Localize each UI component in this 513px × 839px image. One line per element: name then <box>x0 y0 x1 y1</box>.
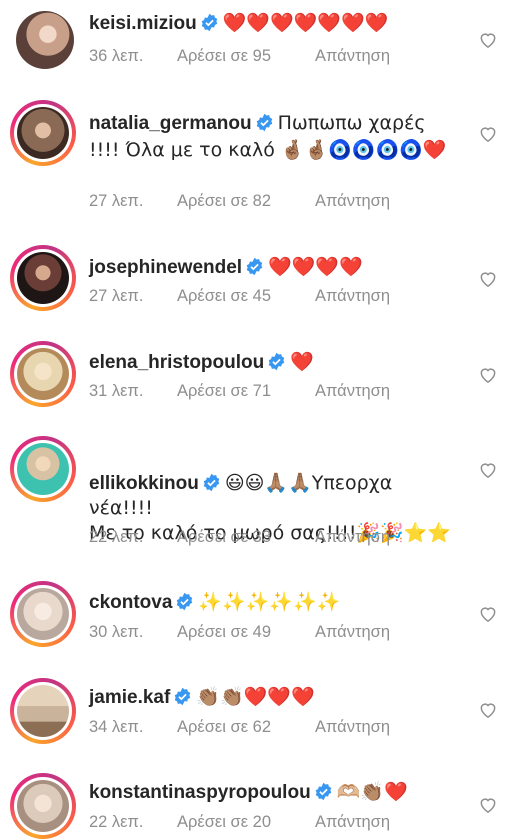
comment-likes[interactable]: Αρέσει σε 71 <box>177 382 315 401</box>
comment-likes[interactable]: Αρέσει σε 45 <box>177 287 315 306</box>
comment-time: 27 λεπ. <box>89 287 144 305</box>
reply-button[interactable]: Απάντηση <box>315 528 390 547</box>
comment-username[interactable]: ckontova <box>89 592 172 613</box>
comment-time: 27 λεπ. <box>89 192 144 210</box>
comment-username[interactable]: elena_hristopoulou <box>89 352 264 373</box>
avatar[interactable] <box>10 341 76 407</box>
comment-likes[interactable]: Αρέσει σε 82 <box>177 192 315 211</box>
avatar[interactable] <box>10 100 76 166</box>
comment-text: ❤️ <box>290 351 314 373</box>
avatar[interactable] <box>10 5 76 71</box>
comment-time: 36 λεπ. <box>89 47 144 65</box>
avatar[interactable] <box>10 773 76 839</box>
verified-badge-icon <box>203 473 220 492</box>
comment-time: 22 λεπ. <box>89 528 144 546</box>
comment-text: ❤️❤️❤️❤️❤️❤️❤️ <box>222 12 389 34</box>
comment-text: ❤️❤️❤️❤️ <box>268 256 363 278</box>
avatar[interactable] <box>10 436 76 502</box>
verified-badge-icon <box>315 782 331 801</box>
comment-time: 30 λεπ. <box>89 623 144 641</box>
reply-button[interactable]: Απάντηση <box>315 192 390 211</box>
comment-likes[interactable]: Αρέσει σε 20 <box>177 813 315 832</box>
heart-outline-icon[interactable] <box>478 269 498 289</box>
verified-badge-icon <box>201 13 217 32</box>
comment-likes[interactable]: Αρέσει σε 62 <box>177 718 315 737</box>
avatar[interactable] <box>10 678 76 744</box>
heart-outline-icon[interactable] <box>478 460 498 480</box>
verified-badge-icon <box>175 687 191 706</box>
reply-button[interactable]: Απάντηση <box>315 813 390 832</box>
verified-badge-icon <box>246 257 263 276</box>
comment-time: 34 λεπ. <box>89 718 144 736</box>
avatar[interactable] <box>10 581 76 647</box>
comment-username[interactable]: ellikokkinou <box>89 473 199 494</box>
heart-outline-icon[interactable] <box>478 124 498 144</box>
reply-button[interactable]: Απάντηση <box>315 47 390 66</box>
verified-badge-icon <box>177 592 193 611</box>
reply-button[interactable]: Απάντηση <box>315 718 390 737</box>
comment-username[interactable]: natalia_germanou <box>89 113 252 134</box>
verified-badge-icon <box>256 113 272 132</box>
comment-time: 31 λεπ. <box>89 382 144 400</box>
comment-username[interactable]: keisi.miziou <box>89 13 197 34</box>
avatar[interactable] <box>10 245 76 311</box>
heart-outline-icon[interactable] <box>478 365 498 385</box>
comment-text: 👏🏽👏🏽❤️❤️❤️ <box>196 686 315 708</box>
reply-button[interactable]: Απάντηση <box>315 287 390 306</box>
comment-text: ✨✨✨✨✨✨ <box>198 591 341 613</box>
comment-username[interactable]: josephinewendel <box>89 257 242 278</box>
comment-username[interactable]: jamie.kaf <box>89 687 170 708</box>
heart-outline-icon[interactable] <box>478 795 498 815</box>
reply-button[interactable]: Απάντηση <box>315 623 390 642</box>
heart-outline-icon[interactable] <box>478 700 498 720</box>
comment-username[interactable]: konstantinaspyropoulou <box>89 782 311 803</box>
heart-outline-icon[interactable] <box>478 30 498 50</box>
comment-likes[interactable]: Αρέσει σε 33 <box>177 528 315 547</box>
comment-time: 22 λεπ. <box>89 813 144 831</box>
reply-button[interactable]: Απάντηση <box>315 382 390 401</box>
heart-outline-icon[interactable] <box>478 604 498 624</box>
verified-badge-icon <box>268 352 285 371</box>
comment-likes[interactable]: Αρέσει σε 49 <box>177 623 315 642</box>
comment-likes[interactable]: Αρέσει σε 95 <box>177 47 315 66</box>
comment-text: 🫶🏼👏🏽❤️ <box>336 781 408 803</box>
